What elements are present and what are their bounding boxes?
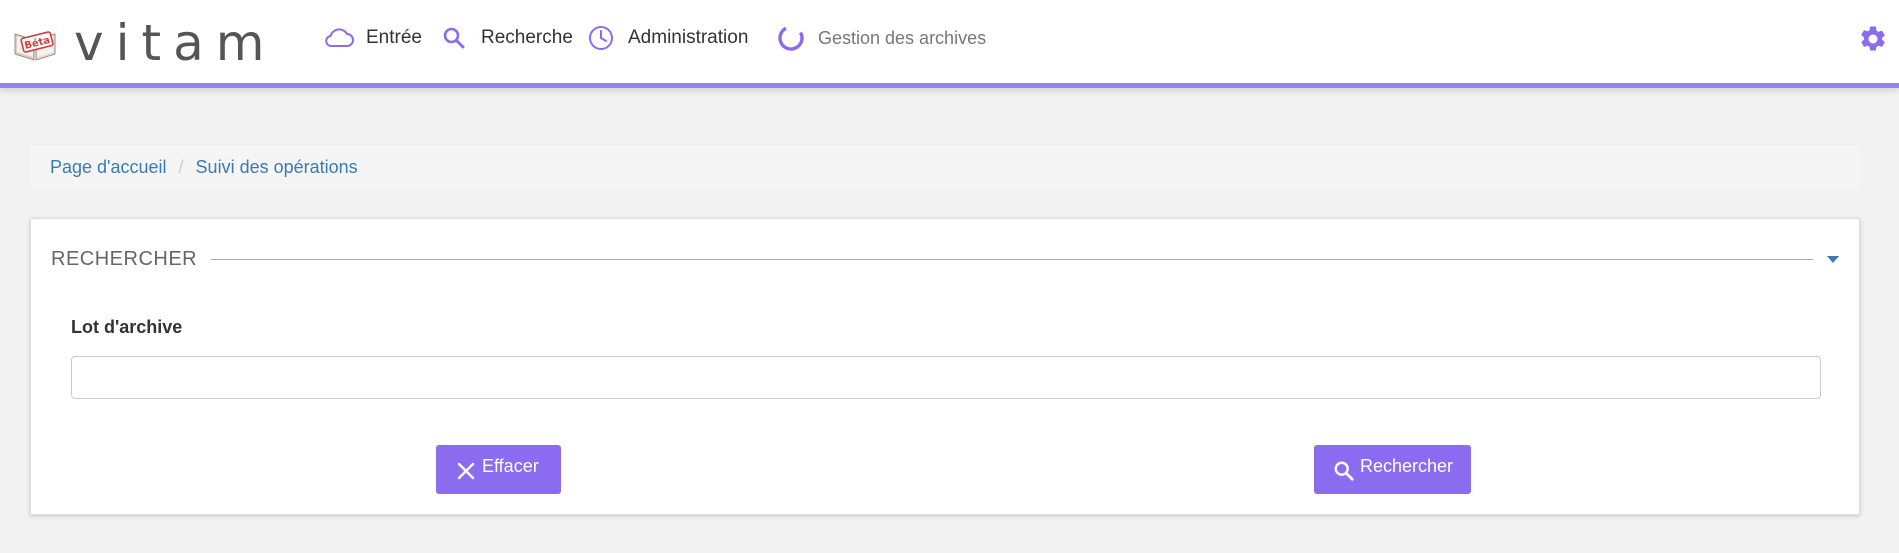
caret-down-icon[interactable] [1827,255,1839,263]
cloud-icon [324,24,354,52]
clock-icon [586,24,616,52]
lot-archive-label: Lot d'archive [71,317,183,337]
search-icon [1332,459,1356,483]
search-icon [439,24,469,52]
search-button-label: Rechercher [1360,456,1454,476]
lot-archive-input[interactable] [71,356,1821,399]
nav-gestion-label: Gestion des archives [818,27,987,48]
search-panel-header[interactable]: RECHERCHER [51,247,1839,271]
breadcrumb-separator: / [178,157,184,177]
nav-administration-label: Administration [628,27,749,48]
search-panel-title: RECHERCHER [51,247,198,270]
search-panel: RECHERCHER Lot d'archive Effacer Recherc… [30,218,1860,515]
breadcrumb-home-link[interactable]: Page d'accueil [50,157,167,178]
nav-recherche[interactable]: Recherche [439,24,573,52]
header-divider [211,258,1813,260]
nav-administration[interactable]: Administration [586,24,748,52]
vitam-logo[interactable]: Béta vitam [12,18,276,68]
nav-recherche-label: Recherche [481,27,573,48]
nav-entree[interactable]: Entrée [324,24,422,52]
logo-title: vitam [74,14,277,72]
beta-book-icon: Béta [12,24,58,62]
loading-circle-icon [776,24,806,52]
breadcrumb-current-link[interactable]: Suivi des opérations [196,157,358,178]
search-button[interactable]: Rechercher [1314,445,1471,494]
top-header: Béta vitam Entrée Recherche Administrati… [0,0,1899,88]
breadcrumb: Page d'accueil / Suivi des opérations [30,145,1860,190]
nav-entree-label: Entrée [366,27,422,48]
clear-button-label: Effacer [482,456,539,476]
nav-gestion-archives[interactable]: Gestion des archives [776,24,986,52]
gear-icon[interactable] [1858,24,1888,54]
close-icon [454,459,478,483]
clear-button[interactable]: Effacer [436,445,561,494]
